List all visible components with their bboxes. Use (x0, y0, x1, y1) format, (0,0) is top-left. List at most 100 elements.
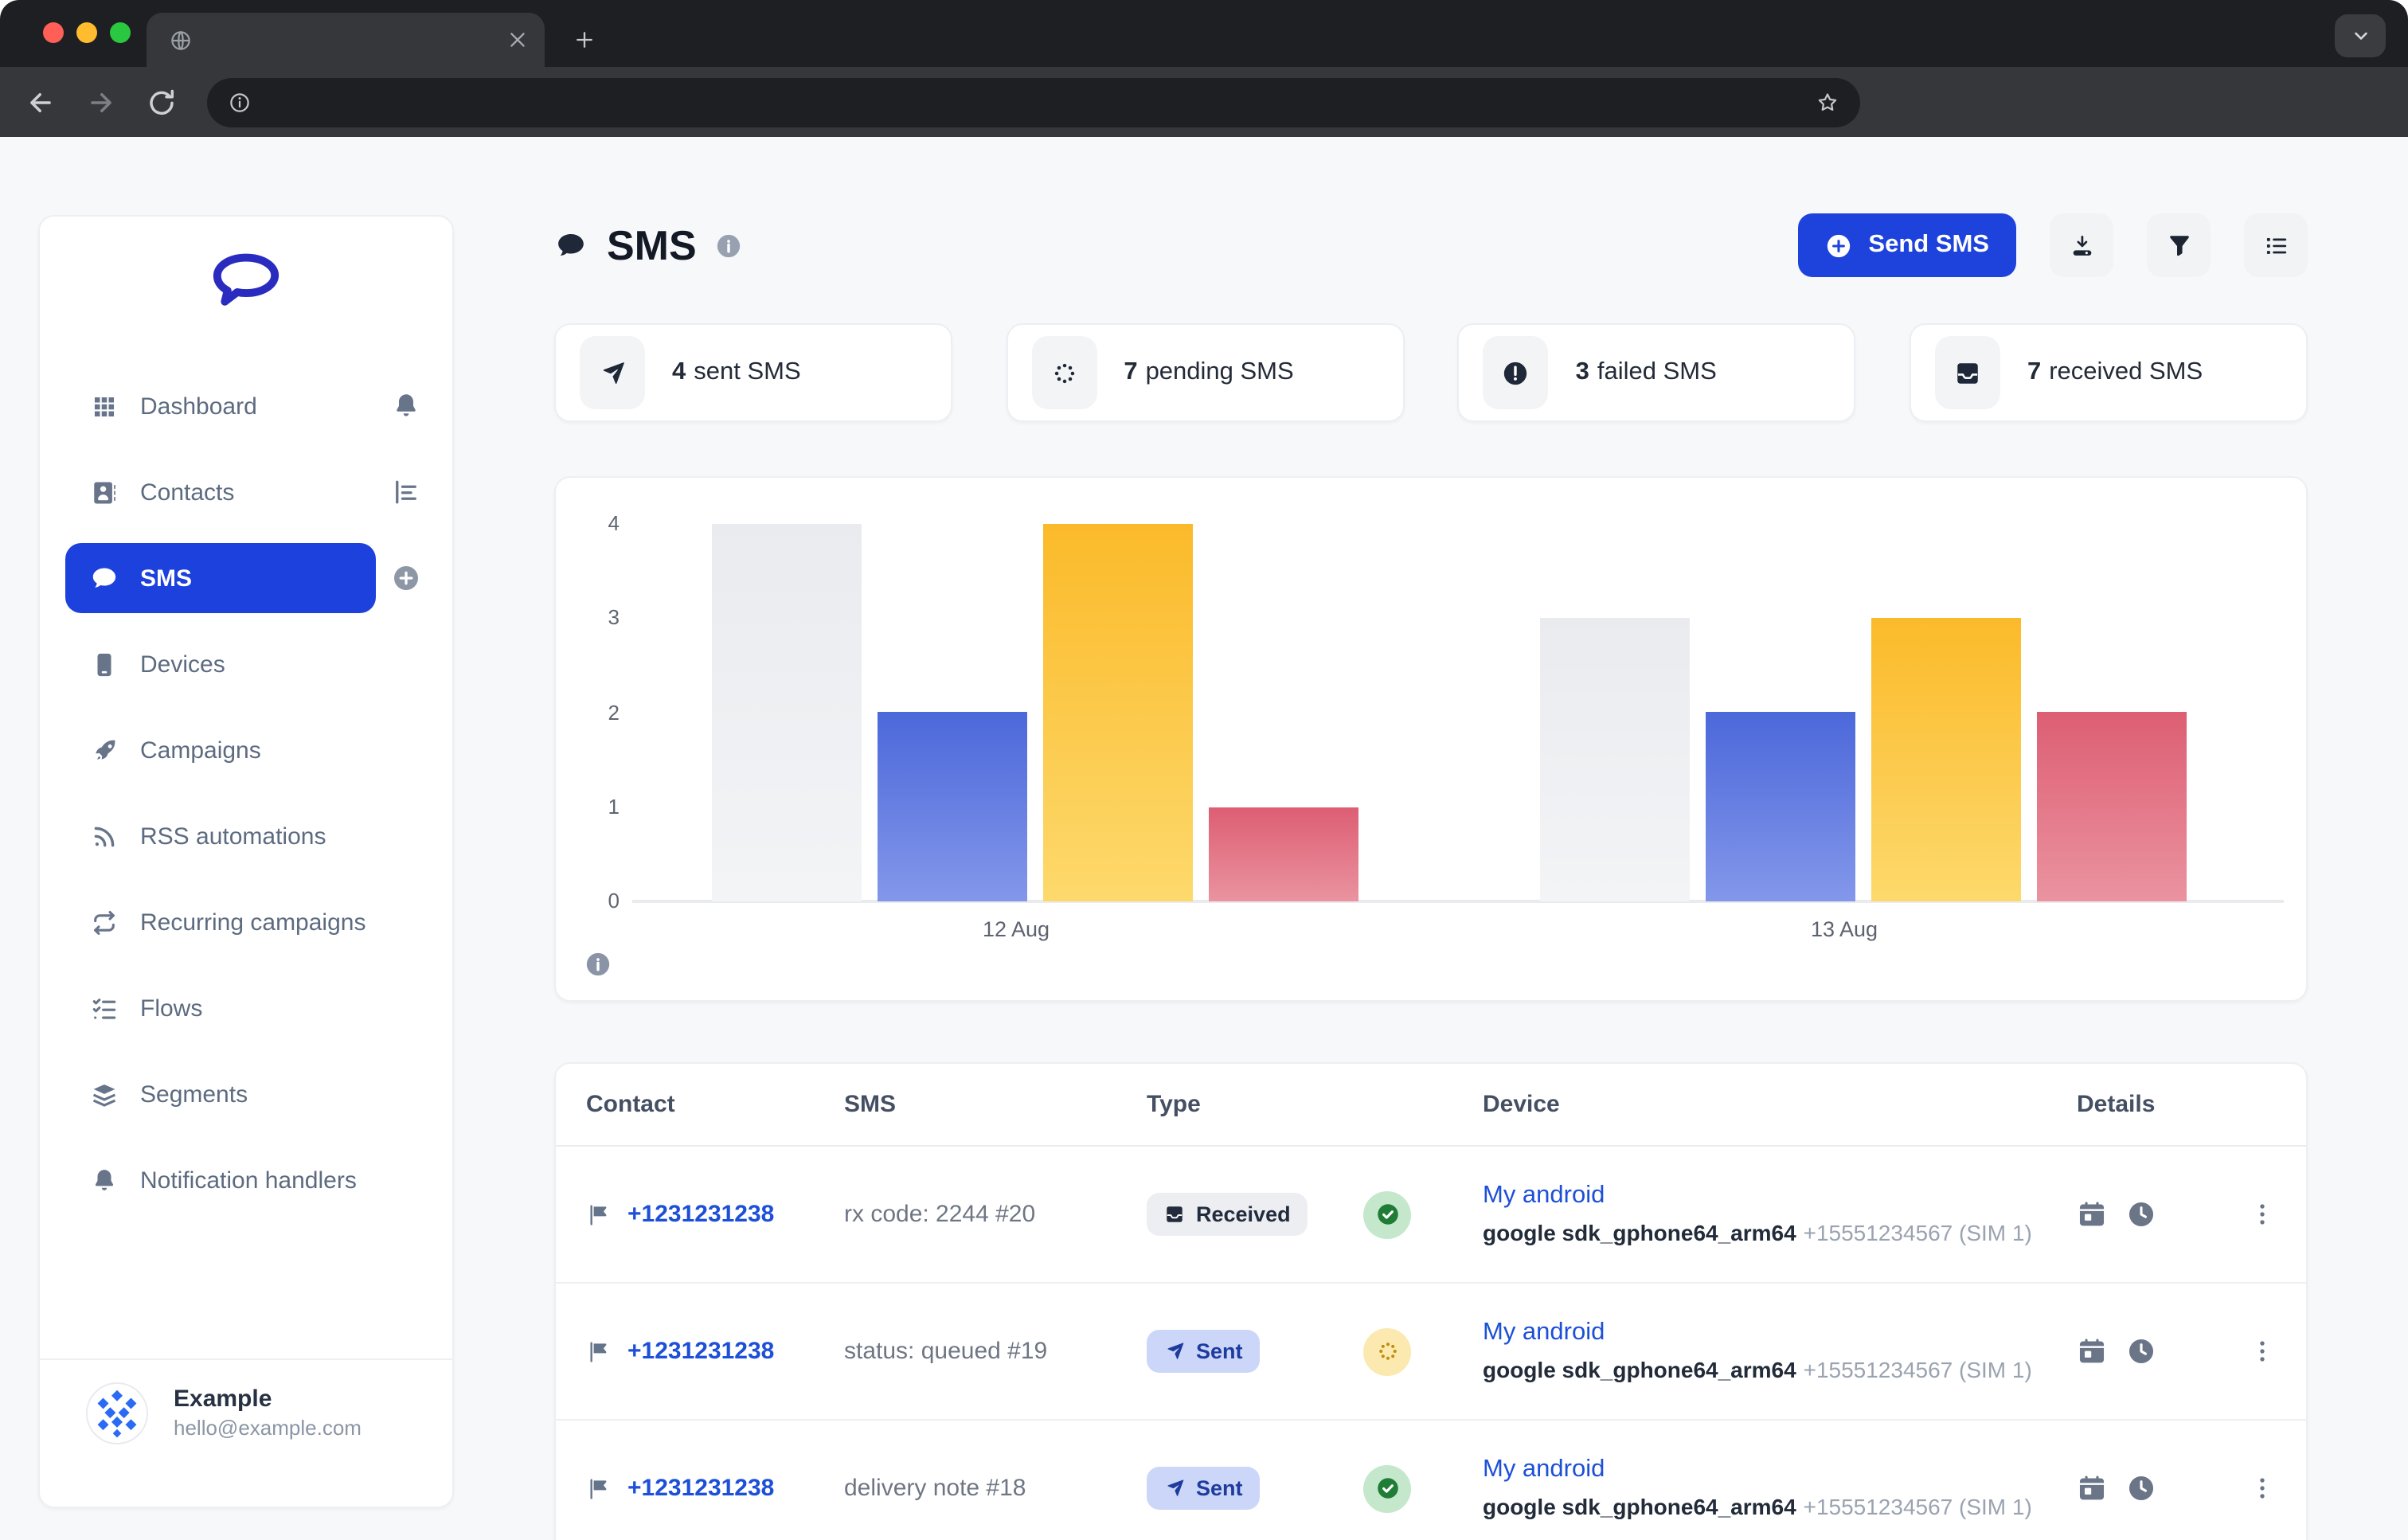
bell-icon (91, 1167, 118, 1194)
chart-info-icon[interactable] (584, 951, 612, 978)
y-axis-tick: 3 (578, 606, 620, 630)
sidebar-item-label: Recurring campaigns (140, 909, 366, 936)
sidebar-item-main[interactable]: Notification handlers (65, 1145, 420, 1215)
stat-card-sent-SMS: 4sent SMS (554, 323, 952, 422)
contact-cell: +1231231238 (586, 1201, 844, 1228)
sms-title-icon (554, 230, 588, 260)
contact-link[interactable]: +1231231238 (627, 1475, 774, 1502)
tab-search-button[interactable] (2335, 14, 2386, 57)
list-view-button[interactable] (2244, 213, 2308, 277)
info-icon[interactable] (716, 232, 743, 259)
type-badge-sent: Sent (1147, 1330, 1261, 1373)
bar-received-12-Aug (712, 524, 862, 901)
sidebar: Dashboard Contacts SMS Devices Campaigns RSS … (38, 215, 454, 1508)
clock-icon[interactable] (2126, 1336, 2156, 1366)
calendar-icon[interactable] (2077, 1473, 2107, 1503)
sidebar-item-main[interactable]: SMS (65, 543, 376, 613)
x-axis-label: 13 Aug (1765, 917, 1924, 941)
table-body: +1231231238rx code: 2244 #20ReceivedMy a… (556, 1147, 2306, 1540)
minimize-window-button[interactable] (76, 22, 97, 43)
sidebar-item-main[interactable]: Devices (65, 629, 420, 699)
close-window-button[interactable] (43, 22, 64, 43)
forward-button[interactable] (86, 87, 116, 117)
sidebar-item-devices[interactable]: Devices (40, 621, 452, 707)
kebab-menu-icon[interactable] (2249, 1338, 2276, 1365)
filter-button[interactable] (2147, 213, 2211, 277)
status-success-icon (1363, 1190, 1411, 1238)
sidebar-item-label: Campaigns (140, 737, 261, 764)
send-sms-button[interactable]: Send SMS (1798, 213, 2016, 277)
sidebar-item-label: Segments (140, 1081, 248, 1108)
device-link[interactable]: My android (1483, 1181, 1605, 1208)
sidebar-item-rss-automations[interactable]: RSS automations (40, 793, 452, 879)
close-tab-icon[interactable] (506, 29, 529, 51)
column-header-type: Type (1147, 1091, 1483, 1118)
sidebar-item-main[interactable]: Segments (65, 1059, 420, 1129)
stat-card-failed-SMS: 3failed SMS (1458, 323, 1856, 422)
rocket-icon (91, 737, 118, 764)
sidebar-item-main[interactable]: Flows (65, 973, 420, 1043)
back-button[interactable] (25, 87, 56, 117)
stat-value: 7 (1124, 358, 1137, 385)
table-row: +1231231238rx code: 2244 #20ReceivedMy a… (556, 1147, 2306, 1284)
device-link[interactable]: My android (1483, 1318, 1605, 1345)
details-cell (2077, 1336, 2306, 1366)
smartphone-icon (91, 651, 118, 678)
sidebar-item-notification-handlers[interactable]: Notification handlers (40, 1137, 452, 1223)
bar-chart-icon[interactable] (392, 478, 420, 506)
stat-text: 7received SMS (2027, 358, 2203, 387)
export-button[interactable] (2050, 213, 2113, 277)
app-window: Dashboard Contacts SMS Devices Campaigns RSS … (0, 0, 2408, 1540)
column-header-sms: SMS (844, 1091, 1147, 1118)
sms-chart: 4321012 Aug13 Aug (554, 476, 2308, 1002)
stat-text: 4sent SMS (672, 358, 801, 387)
site-info-icon[interactable] (228, 90, 252, 114)
sidebar-item-main[interactable]: Campaigns (65, 715, 420, 785)
type-cell: Sent (1147, 1464, 1483, 1512)
address-bar[interactable] (207, 77, 1860, 127)
contact-link[interactable]: +1231231238 (627, 1201, 774, 1228)
kebab-menu-icon[interactable] (2249, 1475, 2276, 1502)
sidebar-item-flows[interactable]: Flows (40, 965, 452, 1051)
sms-cell: delivery note #18 (844, 1475, 1147, 1502)
reload-button[interactable] (147, 87, 177, 117)
bookmark-star-icon[interactable] (1816, 90, 1839, 114)
kebab-menu-icon[interactable] (2249, 1201, 2276, 1228)
app-logo-icon (209, 250, 283, 314)
layers-icon (91, 1081, 118, 1108)
sidebar-item-campaigns[interactable]: Campaigns (40, 707, 452, 793)
sidebar-item-main[interactable]: Contacts (65, 457, 376, 527)
bell-icon[interactable] (392, 392, 420, 420)
download-icon (2068, 232, 2095, 259)
y-axis-tick: 2 (578, 700, 620, 724)
check-circle-icon (1374, 1475, 1401, 1502)
sidebar-item-main[interactable]: Dashboard (65, 371, 376, 441)
sidebar-item-dashboard[interactable]: Dashboard (40, 363, 452, 449)
new-tab-button[interactable] (564, 19, 605, 61)
chevron-down-icon (2350, 25, 2371, 46)
check-circle-icon (1374, 1201, 1401, 1228)
device-number: +15551234567 (SIM 1) (1804, 1219, 2032, 1245)
calendar-icon[interactable] (2077, 1336, 2107, 1366)
stat-label: failed SMS (1597, 358, 1717, 385)
avatar (86, 1382, 148, 1444)
device-link[interactable]: My android (1483, 1455, 1605, 1482)
sidebar-item-contacts[interactable]: Contacts (40, 449, 452, 535)
zoom-window-button[interactable] (110, 22, 131, 43)
sidebar-item-main[interactable]: Recurring campaigns (65, 887, 420, 957)
sidebar-item-sms[interactable]: SMS (40, 535, 452, 621)
inbox-icon (1954, 359, 1981, 386)
profile[interactable]: Example hello@example.com (40, 1382, 452, 1444)
sidebar-item-main[interactable]: RSS automations (65, 801, 420, 871)
sidebar-item-segments[interactable]: Segments (40, 1051, 452, 1137)
clock-icon[interactable] (2126, 1199, 2156, 1229)
plus-circle-icon[interactable] (392, 564, 420, 592)
calendar-icon[interactable] (2077, 1199, 2107, 1229)
browser-tab[interactable] (147, 13, 545, 67)
sidebar-item-recurring-campaigns[interactable]: Recurring campaigns (40, 879, 452, 965)
clock-icon[interactable] (2126, 1473, 2156, 1503)
page-header: SMS Send SMS (554, 212, 2308, 279)
sidebar-item-label: Devices (140, 651, 225, 678)
contact-link[interactable]: +1231231238 (627, 1338, 774, 1365)
bar-sent-12-Aug (878, 712, 1027, 901)
